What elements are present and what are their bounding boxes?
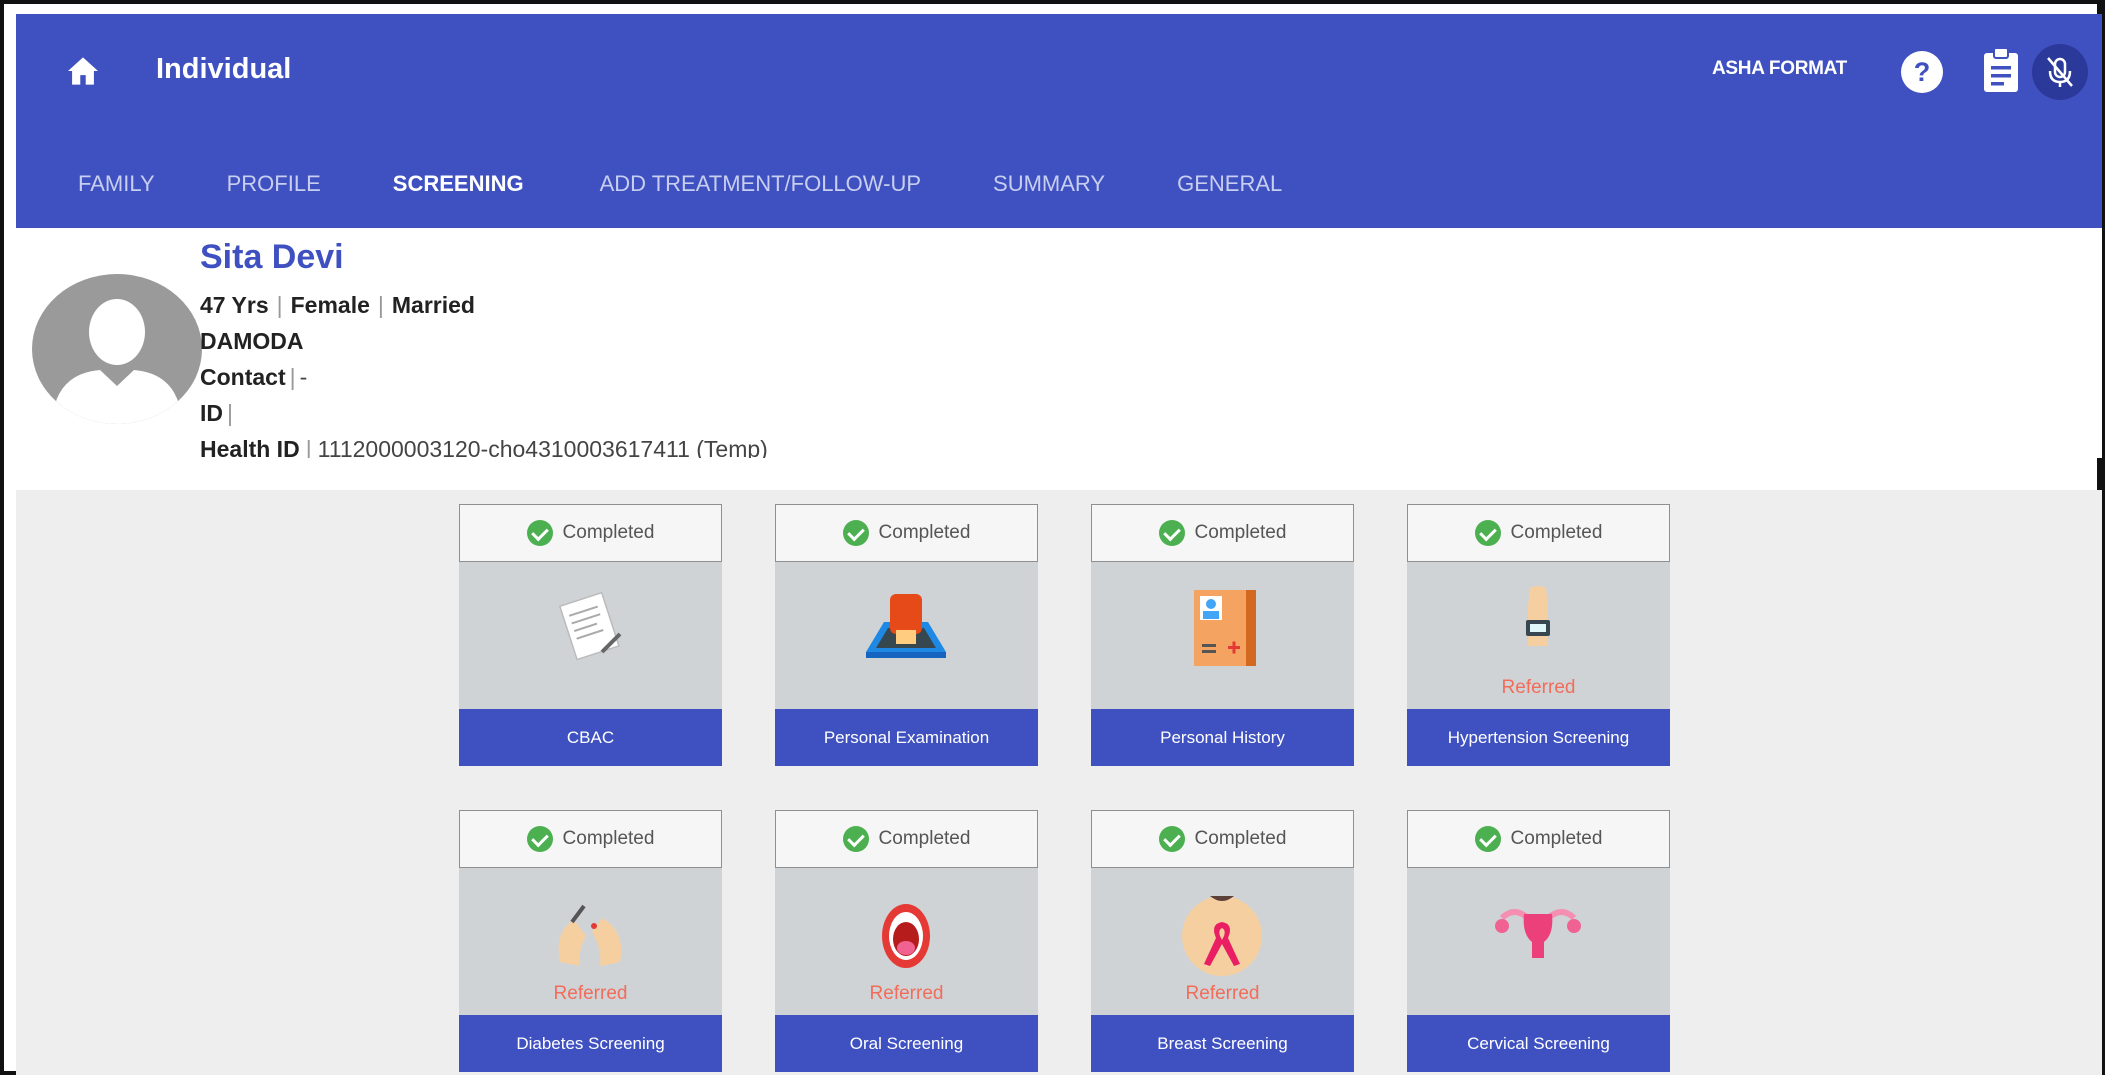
screening-card-diabetes[interactable]: Completed Referred Diabetes Screening xyxy=(459,810,722,1072)
card-label: Hypertension Screening xyxy=(1407,709,1670,766)
patient-village: DAMODA xyxy=(200,328,304,354)
mouth-icon xyxy=(882,904,930,968)
card-status: Completed xyxy=(878,522,971,543)
tab-summary[interactable]: SUMMARY xyxy=(993,164,1105,204)
avatar xyxy=(32,274,202,424)
tab-general[interactable]: GENERAL xyxy=(1177,164,1282,204)
app-frame: Individual ASHA FORMAT ? FAMILY PROFILE … xyxy=(0,0,2105,1075)
check-circle-icon xyxy=(526,520,553,546)
clipboard-icon[interactable] xyxy=(1982,47,2020,93)
patient-profile: Sita Devi 47 Yrs | Female | Married DAMODA C… xyxy=(16,228,2102,458)
screening-grid: Completed CBAC Completed Personal Examin… xyxy=(16,490,2102,1075)
uterus-icon xyxy=(1495,909,1581,958)
mic-off-icon[interactable] xyxy=(2032,44,2088,100)
check-circle-icon xyxy=(1474,826,1501,852)
patient-id: ID | xyxy=(200,400,233,426)
glucose-test-icon xyxy=(558,904,622,966)
svg-text:?: ? xyxy=(1914,57,1931,87)
tab-screening[interactable]: SCREENING xyxy=(393,164,524,204)
page-title: Individual xyxy=(156,53,292,85)
pink-ribbon-icon xyxy=(1182,896,1262,976)
card-status: Completed xyxy=(1194,828,1287,849)
health-id-label: Health ID xyxy=(200,436,300,458)
card-label: Oral Screening xyxy=(775,1015,1038,1072)
card-status: Completed xyxy=(878,828,971,849)
check-circle-icon xyxy=(526,826,553,852)
person-silhouette-icon xyxy=(52,299,182,424)
screening-card-hypertension[interactable]: Completed Referred Hypertension Screenin… xyxy=(1407,504,1670,766)
card-status: Completed xyxy=(1194,522,1287,543)
card-label: Personal History xyxy=(1091,709,1354,766)
card-status: Completed xyxy=(562,522,655,543)
screening-card-personal-examination[interactable]: Completed Personal Examination xyxy=(775,504,1038,766)
referred-status: Referred xyxy=(1501,677,1576,698)
screening-card-breast[interactable]: Completed Referred Breast Screening xyxy=(1091,810,1354,1072)
referred-status: Referred xyxy=(553,983,628,1004)
app-header: Individual ASHA FORMAT ? FAMILY PROFILE … xyxy=(16,14,2102,228)
patient-contact: Contact | - xyxy=(200,364,308,390)
form-icon xyxy=(558,591,622,661)
referred-status: Referred xyxy=(869,983,944,1004)
patient-age: 47 Yrs xyxy=(200,292,269,318)
id-label: ID xyxy=(200,400,223,426)
health-id-value: 1112000003120-cho4310003617411 (Temp) xyxy=(317,436,768,458)
asha-format-button[interactable]: ASHA FORMAT xyxy=(1712,58,1847,80)
card-label: Personal Examination xyxy=(775,709,1038,766)
card-label: Cervical Screening xyxy=(1407,1015,1670,1072)
bp-monitor-icon xyxy=(1526,586,1550,646)
card-label: Breast Screening xyxy=(1091,1015,1354,1072)
screening-card-personal-history[interactable]: Completed Personal History xyxy=(1091,504,1354,766)
patient-name: Sita Devi xyxy=(200,238,344,276)
check-circle-icon xyxy=(842,520,869,546)
check-circle-icon xyxy=(842,826,869,852)
card-status: Completed xyxy=(1510,828,1603,849)
patient-gender: Female xyxy=(290,292,370,318)
screening-card-cbac[interactable]: Completed CBAC xyxy=(459,504,722,766)
check-circle-icon xyxy=(1474,520,1501,546)
referred-status: Referred xyxy=(1185,983,1260,1004)
patient-marital-status: Married xyxy=(391,292,475,318)
card-label: Diabetes Screening xyxy=(459,1015,722,1072)
patient-health-id: Health ID | 1112000003120-cho4310003617411… xyxy=(200,436,768,458)
medical-record-icon xyxy=(1194,590,1256,666)
tab-family[interactable]: FAMILY xyxy=(78,164,155,204)
help-icon[interactable]: ? xyxy=(1900,50,1944,94)
home-icon[interactable] xyxy=(66,56,100,86)
screening-card-cervical[interactable]: Completed Cervical Screening xyxy=(1407,810,1670,1072)
check-circle-icon xyxy=(1158,520,1185,546)
tab-add-treatment[interactable]: ADD TREATMENT/FOLLOW-UP xyxy=(600,164,921,204)
screening-card-oral[interactable]: Completed Referred Oral Screening xyxy=(775,810,1038,1072)
tab-profile[interactable]: PROFILE xyxy=(227,164,321,204)
card-status: Completed xyxy=(1510,522,1603,543)
patient-demographics: 47 Yrs | Female | Married xyxy=(200,292,475,318)
examination-icon xyxy=(866,594,946,658)
check-circle-icon xyxy=(1158,826,1185,852)
card-label: CBAC xyxy=(459,709,722,766)
card-status: Completed xyxy=(562,828,655,849)
contact-value: - xyxy=(299,364,308,390)
contact-label: Contact xyxy=(200,364,286,390)
tab-bar: FAMILY PROFILE SCREENING ADD TREATMENT/F… xyxy=(78,164,1282,204)
